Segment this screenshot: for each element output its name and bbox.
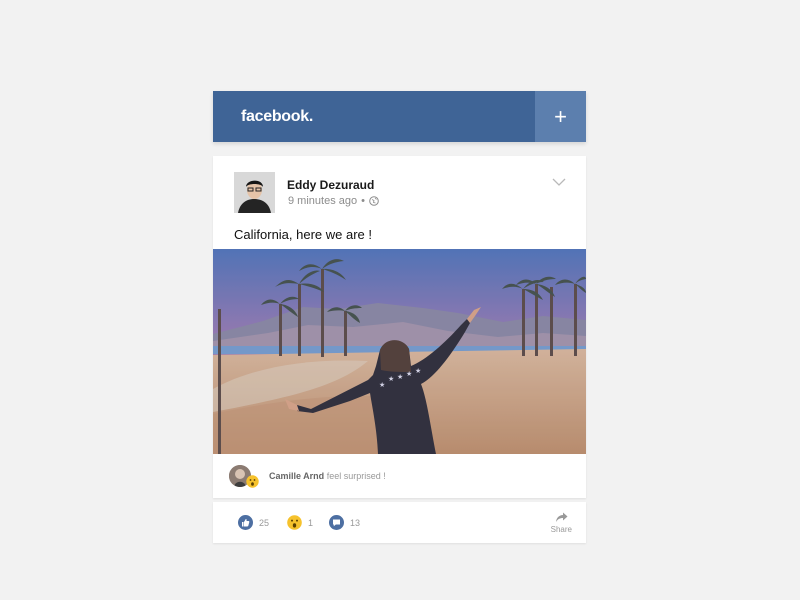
wow-icon — [287, 515, 302, 530]
post-text: California, here we are ! — [234, 227, 373, 242]
comment-count: 13 — [350, 517, 361, 528]
post-actions: 25 1 13 Share — [213, 502, 586, 543]
avatar-image — [234, 172, 275, 213]
like-count: 25 — [259, 517, 270, 528]
new-post-button[interactable]: + — [535, 91, 586, 142]
comment-icon — [329, 515, 344, 530]
wow-emoji-icon — [246, 475, 259, 488]
share-button[interactable]: Share — [551, 512, 572, 534]
author-name[interactable]: Eddy Dezuraud — [287, 178, 374, 192]
reaction-preview: Camille Arnd feel surprised ! — [229, 465, 386, 488]
meta-separator: • — [361, 195, 365, 207]
thumbs-up-icon — [238, 515, 253, 530]
wow-count: 1 — [308, 517, 314, 528]
wow-action[interactable]: 1 — [287, 515, 313, 530]
reaction-user-name[interactable]: Camille Arnd — [269, 471, 324, 481]
timestamp[interactable]: 9 minutes ago — [288, 195, 357, 207]
reaction-text: Camille Arnd feel surprised ! — [269, 471, 386, 481]
share-icon — [555, 512, 568, 522]
reaction-description: feel surprised ! — [324, 471, 386, 481]
share-label: Share — [550, 525, 572, 534]
post-meta: 9 minutes ago • — [288, 195, 379, 207]
plus-icon: + — [554, 103, 567, 129]
facebook-logo[interactable]: facebook. — [213, 91, 535, 142]
like-action[interactable]: 25 — [238, 515, 269, 530]
post-card: Eddy Dezuraud 9 minutes ago • California… — [213, 156, 586, 498]
post-photo[interactable]: ★ ★ ★ ★ ★ — [213, 249, 586, 454]
top-bar: facebook. + — [213, 91, 586, 142]
chevron-down-icon[interactable] — [552, 177, 566, 187]
comment-action[interactable]: 13 — [329, 515, 360, 530]
beach-photo: ★★ ★ ★ ★ — [213, 249, 586, 454]
avatar[interactable] — [234, 172, 275, 213]
globe-icon[interactable] — [369, 196, 379, 206]
